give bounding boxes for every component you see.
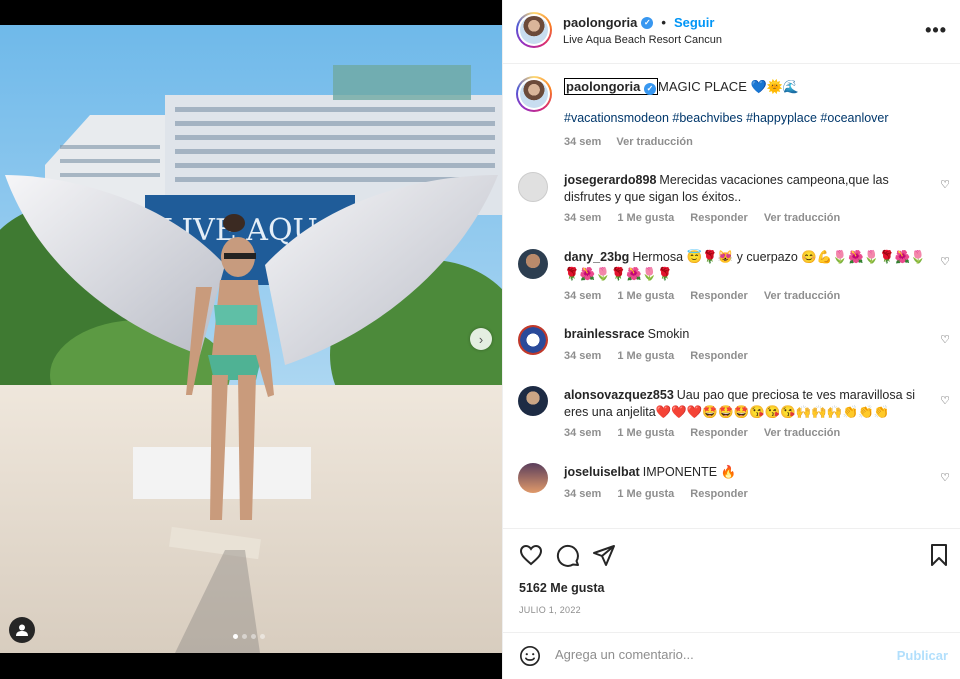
heart-icon[interactable]: ♡ <box>940 255 950 268</box>
heart-icon[interactable]: ♡ <box>940 178 950 191</box>
caption-avatar[interactable] <box>516 76 552 112</box>
commenter-avatar[interactable] <box>518 249 548 279</box>
comment-text: Smokin <box>647 327 690 341</box>
post-photo[interactable]: LIVE AQUA <box>0 25 502 653</box>
comment-icon[interactable] <box>556 543 580 567</box>
comment-input[interactable] <box>555 647 885 662</box>
verified-icon: ✓ <box>644 83 657 95</box>
reply-button[interactable]: Responder <box>690 212 747 224</box>
carousel-dot <box>251 634 256 639</box>
caption-text-line: paolongoria ✓ MAGIC PLACE 💙🌞🌊 <box>564 78 934 96</box>
chevron-right-icon: › <box>478 331 484 347</box>
carousel-dot <box>260 634 265 639</box>
translate-link[interactable]: Ver traducción <box>764 212 840 224</box>
comment-likes[interactable]: 1 Me gusta <box>617 488 674 500</box>
author-avatar[interactable] <box>516 12 552 48</box>
heart-icon[interactable]: ♡ <box>940 471 950 484</box>
author-line: paolongoria ✓ • Seguir <box>563 15 714 30</box>
comments-list[interactable]: paolongoria ✓ MAGIC PLACE 💙🌞🌊 #vacationsm… <box>503 64 960 528</box>
comment-meta: 34 sem 1 Me gusta Responder Ver traducci… <box>564 290 853 302</box>
carousel-dot <box>242 634 247 639</box>
comment-text-line: dany_23bg Hermosa 😇🌹😻 y cuerpazo 😊💪🌷🌺🌷🌹🌺🌷… <box>564 249 934 283</box>
comment-text-line: joseluiselbat IMPONENTE 🔥 <box>564 464 934 481</box>
commenter-avatar[interactable] <box>518 172 548 202</box>
verified-icon: ✓ <box>641 16 654 29</box>
post-location[interactable]: Live Aqua Beach Resort Cancun <box>563 34 722 46</box>
instagram-post-modal: LIVE AQUA › paolongoria ✓ • Seguir Live … <box>0 0 960 679</box>
next-image-button[interactable]: › <box>470 328 492 350</box>
separator-dot: • <box>661 15 666 30</box>
translate-link[interactable]: Ver traducción <box>764 427 840 439</box>
caption-meta: 34 sem Ver traducción <box>564 136 705 148</box>
caption-time: 34 sem <box>564 136 602 148</box>
follow-button[interactable]: Seguir <box>674 15 714 30</box>
comment-time: 34 sem <box>564 427 602 439</box>
more-options-icon[interactable]: ••• <box>925 20 947 41</box>
comment-meta: 34 sem 1 Me gusta Responder <box>564 350 761 362</box>
carousel-dot <box>233 634 238 639</box>
like-heart-icon[interactable] <box>519 543 543 567</box>
comment-text: IMPONENTE 🔥 <box>642 465 737 479</box>
carousel-indicator <box>233 634 265 639</box>
caption-text: MAGIC PLACE 💙🌞🌊 <box>658 79 800 94</box>
save-bookmark-icon[interactable] <box>927 543 951 567</box>
comment-meta: 34 sem 1 Me gusta Responder <box>564 488 761 500</box>
post-actions: 5162 Me gusta JULIO 1, 2022 <box>503 528 960 632</box>
comment-time: 34 sem <box>564 212 602 224</box>
share-send-icon[interactable] <box>592 543 616 567</box>
caption-hashtags[interactable]: #vacationsmodeon #beachvibes #happyplace… <box>564 111 889 125</box>
comment-likes[interactable]: 1 Me gusta <box>617 350 674 362</box>
comment-meta: 34 sem 1 Me gusta Responder Ver traducci… <box>564 427 853 439</box>
comment-text-line: brainlessrace Smokin <box>564 326 934 343</box>
tagged-users-button[interactable] <box>9 617 35 643</box>
heart-icon[interactable]: ♡ <box>940 394 950 407</box>
media-panel: LIVE AQUA › <box>0 0 502 679</box>
author-username[interactable]: paolongoria <box>563 15 637 30</box>
comment-time: 34 sem <box>564 350 602 362</box>
commenter-username[interactable]: dany_23bg <box>564 250 629 264</box>
reply-button[interactable]: Responder <box>690 427 747 439</box>
comment-time: 34 sem <box>564 290 602 302</box>
user-icon <box>16 624 28 636</box>
comment-likes[interactable]: 1 Me gusta <box>617 290 674 302</box>
post-header: paolongoria ✓ • Seguir Live Aqua Beach R… <box>503 0 960 64</box>
post-details-panel: paolongoria ✓ • Seguir Live Aqua Beach R… <box>502 0 960 679</box>
comment-likes[interactable]: 1 Me gusta <box>617 427 674 439</box>
comment-meta: 34 sem 1 Me gusta Responder Ver traducci… <box>564 212 853 224</box>
caption-username[interactable]: paolongoria ✓ <box>564 78 659 95</box>
reply-button[interactable]: Responder <box>690 290 747 302</box>
heart-icon[interactable]: ♡ <box>940 333 950 346</box>
commenter-username[interactable]: joseluiselbat <box>564 465 640 479</box>
comment-composer: Publicar <box>503 632 960 679</box>
commenter-username[interactable]: brainlessrace <box>564 327 645 341</box>
commenter-username[interactable]: josegerardo898 <box>564 173 656 187</box>
comment-text-line: alonsovazquez853 Uau pao que preciosa te … <box>564 387 934 421</box>
publish-button[interactable]: Publicar <box>897 648 948 663</box>
commenter-username[interactable]: alonsovazquez853 <box>564 388 674 402</box>
comment-time: 34 sem <box>564 488 602 500</box>
commenter-avatar[interactable] <box>518 325 548 355</box>
commenter-avatar[interactable] <box>518 386 548 416</box>
comment-text-line: josegerardo898 Merecidas vacaciones campe… <box>564 172 934 206</box>
likes-count[interactable]: 5162 Me gusta <box>519 581 604 595</box>
comment-likes[interactable]: 1 Me gusta <box>617 212 674 224</box>
translate-link[interactable]: Ver traducción <box>764 290 840 302</box>
post-date: JULIO 1, 2022 <box>519 605 581 615</box>
post-image: LIVE AQUA <box>0 25 502 653</box>
translate-link[interactable]: Ver traducción <box>616 136 692 148</box>
emoji-icon[interactable] <box>519 645 541 667</box>
commenter-avatar[interactable] <box>518 463 548 493</box>
reply-button[interactable]: Responder <box>690 488 747 500</box>
reply-button[interactable]: Responder <box>690 350 747 362</box>
